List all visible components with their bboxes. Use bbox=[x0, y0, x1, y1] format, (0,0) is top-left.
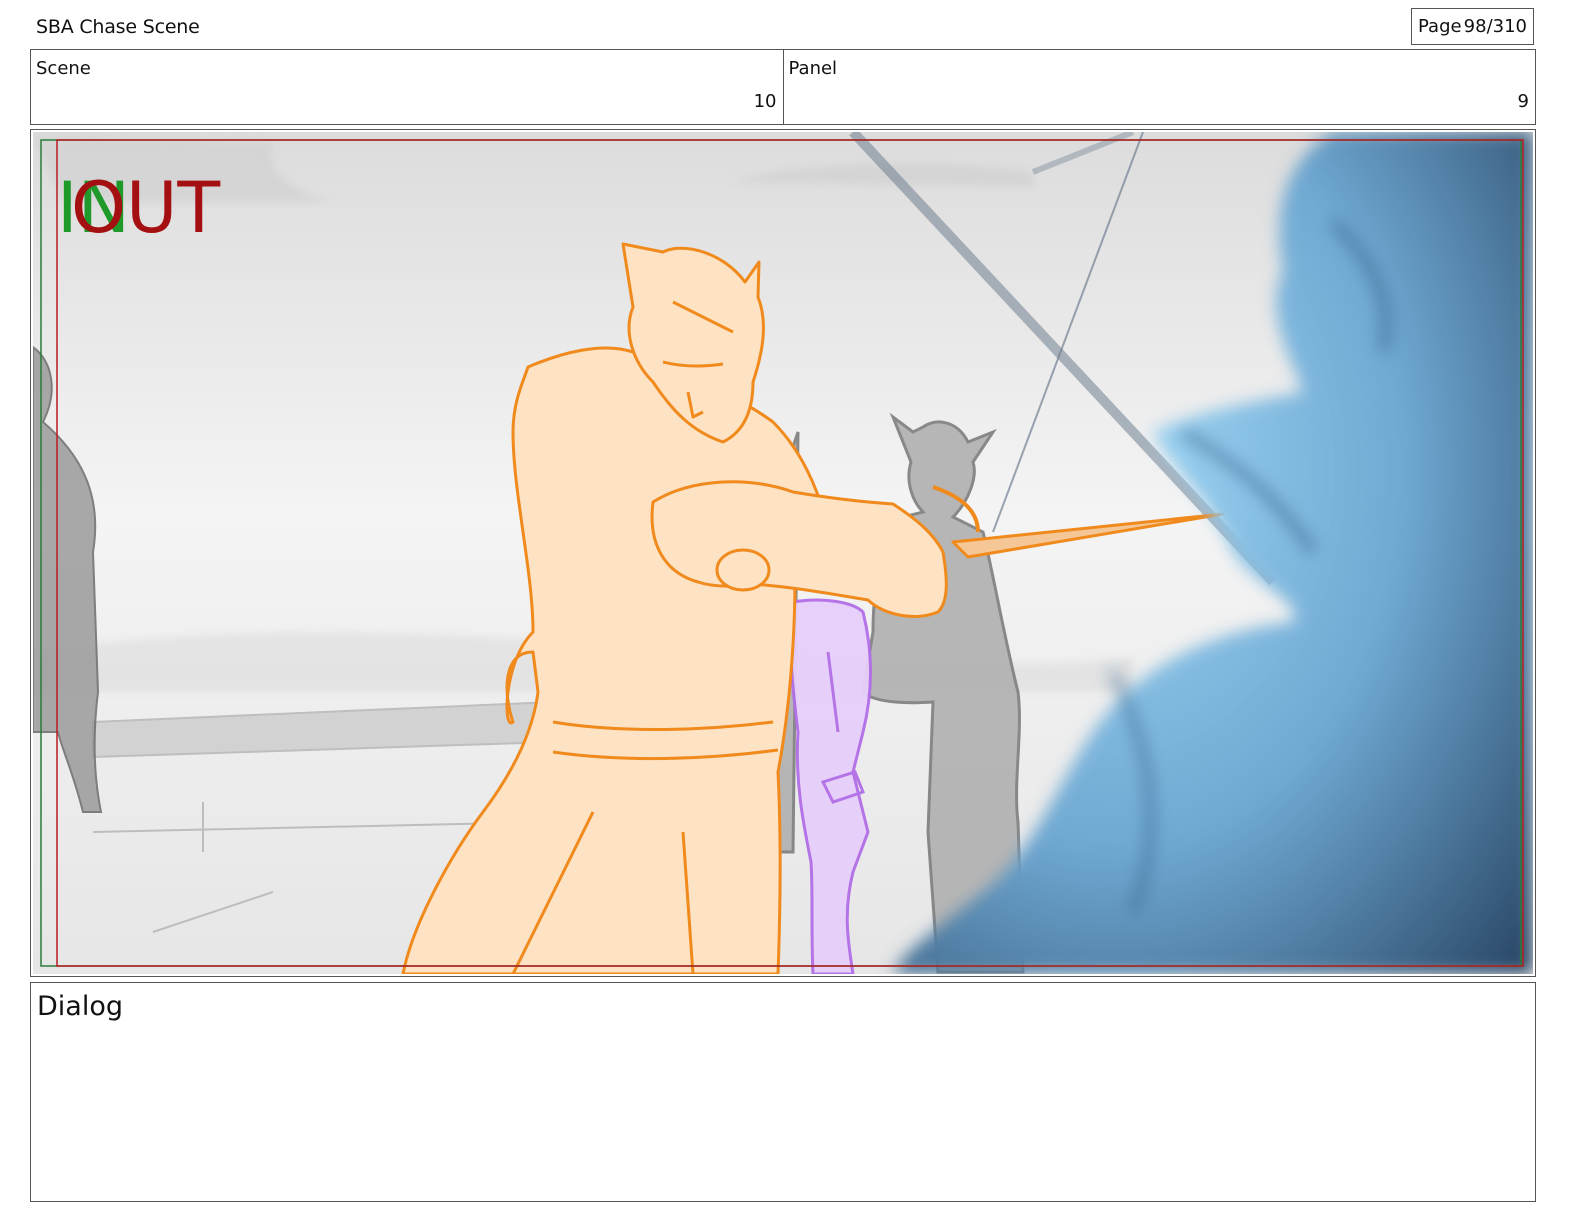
scene-cell: Scene 10 bbox=[31, 50, 783, 124]
panel-cell: Panel 9 bbox=[782, 50, 1536, 124]
scene-label: Scene bbox=[36, 58, 91, 79]
page-number: 98/310 bbox=[1463, 16, 1527, 37]
page-label: Page bbox=[1418, 16, 1462, 37]
dialog-box[interactable]: Dialog bbox=[30, 982, 1536, 1202]
scene-number: 10 bbox=[753, 91, 777, 112]
storyboard-panel[interactable]: IN OUT bbox=[30, 129, 1536, 977]
panel-drawing: IN OUT bbox=[33, 132, 1533, 974]
dialog-label: Dialog bbox=[37, 991, 123, 1022]
project-title: SBA Chase Scene bbox=[36, 16, 200, 38]
out-marker: OUT bbox=[71, 167, 220, 249]
scene-panel-info: Scene 10 Panel 9 bbox=[30, 49, 1536, 125]
page-indicator: Page 98/310 bbox=[1411, 8, 1534, 45]
panel-label: Panel bbox=[788, 58, 838, 79]
panel-number: 9 bbox=[1517, 91, 1529, 112]
